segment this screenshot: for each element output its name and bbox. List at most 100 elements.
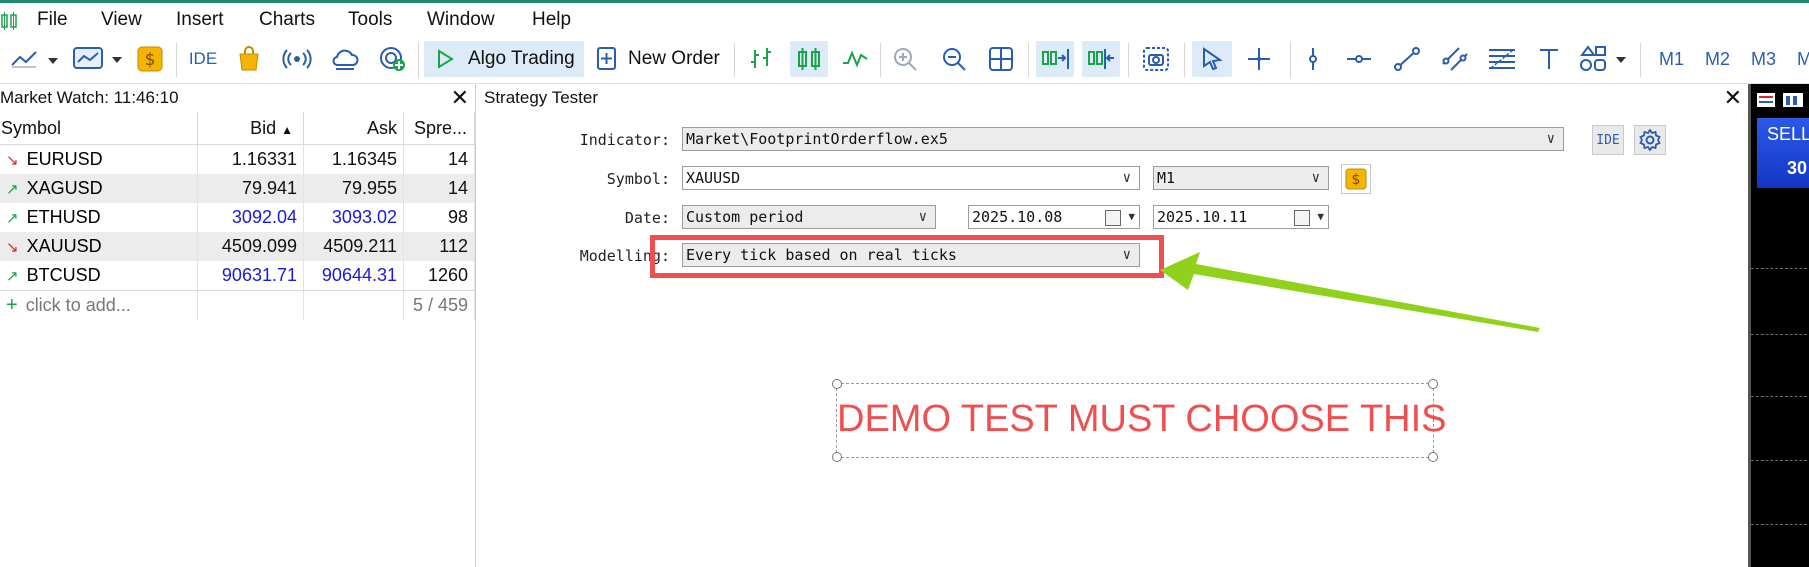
- toolbar-separator: [734, 43, 735, 77]
- plus-icon: +: [6, 294, 18, 316]
- menu-tools[interactable]: Tools: [348, 9, 392, 31]
- annotation-text-box[interactable]: DEMO TEST MUST CHOOSE THIS: [832, 379, 1447, 462]
- column-header-spread[interactable]: Spre...: [403, 112, 475, 145]
- line-mode-button[interactable]: [838, 41, 872, 77]
- toolbar-separator: [1028, 43, 1029, 77]
- chart-window[interactable]: SELL 30: [1748, 84, 1809, 567]
- grid-icon: [989, 47, 1013, 71]
- date-from-picker[interactable]: 2025.10.08 ▼: [968, 205, 1140, 229]
- symbol-name: BTCUSD: [26, 265, 101, 285]
- ask-value: 4509.211: [303, 232, 404, 261]
- indicator-select[interactable]: Market\FootprintOrderflow.ex5 ∨: [682, 127, 1564, 151]
- date-to-picker[interactable]: 2025.10.11 ▼: [1153, 205, 1329, 229]
- text-t-icon: [1540, 49, 1558, 69]
- equidistant-channel-icon: [1442, 47, 1468, 71]
- resize-handle[interactable]: [1428, 379, 1438, 389]
- menu-bar: File View Insert Charts Tools Window Hel…: [0, 3, 1809, 35]
- new-order-button[interactable]: New Order: [596, 41, 726, 77]
- sell-price: 30: [1787, 158, 1808, 178]
- table-row[interactable]: ↘ XAUUSD 4509.099 4509.211 112: [0, 232, 475, 261]
- signals-dollar-button[interactable]: $: [134, 41, 166, 77]
- economic-calendar-button[interactable]: [376, 41, 410, 77]
- timeframe-more[interactable]: M: [1797, 49, 1809, 70]
- menu-window[interactable]: Window: [427, 9, 495, 31]
- algo-trading-button[interactable]: Algo Trading: [424, 41, 584, 77]
- screenshot-button[interactable]: [1138, 41, 1174, 77]
- modelling-label: Modelling:: [579, 247, 670, 265]
- date-from-value: 2025.10.08: [972, 208, 1063, 226]
- play-icon: [438, 49, 454, 69]
- zoom-in-button[interactable]: [888, 41, 922, 77]
- ide-button[interactable]: IDE: [1592, 125, 1624, 155]
- strategy-tester-panel: Strategy Tester ✕ Indicator: Market\Foot…: [478, 84, 1746, 567]
- table-row[interactable]: ↗ XAGUSD 79.941 79.955 14: [0, 174, 475, 203]
- auto-scroll-button[interactable]: [1036, 41, 1074, 77]
- close-icon[interactable]: ✕: [1724, 84, 1742, 112]
- symbol-select[interactable]: XAUUSD ∨: [682, 166, 1140, 190]
- market-button[interactable]: [234, 41, 264, 77]
- menu-insert[interactable]: Insert: [176, 9, 224, 31]
- chart-shift-button[interactable]: [1082, 41, 1120, 77]
- cursor-tool-button[interactable]: [1192, 41, 1232, 77]
- new-order-label: New Order: [628, 48, 720, 69]
- menu-charts[interactable]: Charts: [259, 9, 315, 31]
- tile-windows-button[interactable]: [984, 41, 1018, 77]
- settings-button[interactable]: [1634, 125, 1666, 155]
- fibonacci-tool[interactable]: [1484, 41, 1520, 77]
- zoom-out-button[interactable]: [937, 41, 971, 77]
- resize-handle[interactable]: [1428, 452, 1438, 462]
- sell-button[interactable]: SELL 30: [1757, 118, 1809, 188]
- column-header-bid[interactable]: Bid ▲: [197, 112, 304, 145]
- trendline-tool[interactable]: [1390, 41, 1424, 77]
- chevron-down-icon: ∨: [1546, 131, 1555, 147]
- market-watch-title: Market Watch: 11:46:10: [0, 88, 179, 107]
- close-icon[interactable]: ✕: [451, 84, 469, 112]
- line-chart-icon: [11, 51, 58, 68]
- bar-chart-button[interactable]: [744, 41, 778, 77]
- crosshair-tool-button[interactable]: [1242, 41, 1276, 77]
- grid-line: [1751, 460, 1809, 461]
- resize-handle[interactable]: [832, 452, 842, 462]
- symbol-spec-button[interactable]: $: [1341, 164, 1371, 194]
- dollar-icon: $: [137, 46, 163, 72]
- target-plus-icon: [380, 47, 405, 71]
- horizontal-line-tool[interactable]: [1342, 41, 1376, 77]
- svg-text:$: $: [145, 50, 156, 70]
- vertical-line-tool[interactable]: [1298, 41, 1328, 77]
- date-mode-select[interactable]: Custom period ∨: [682, 205, 936, 229]
- resize-handle[interactable]: [832, 379, 842, 389]
- text-tool[interactable]: [1534, 41, 1564, 77]
- menu-help[interactable]: Help: [532, 9, 571, 31]
- timeframe-m3[interactable]: M3: [1751, 49, 1776, 70]
- candlestick-button[interactable]: [790, 41, 828, 77]
- chevron-down-icon: ∨: [918, 209, 927, 225]
- table-row[interactable]: ↗ ETHUSD 3092.04 3093.02 98: [0, 203, 475, 232]
- table-row[interactable]: ↘ EURUSD 1.16331 1.16345 14: [0, 144, 475, 174]
- ide-button[interactable]: IDE: [186, 41, 220, 77]
- chart-type-dropdown[interactable]: [6, 41, 60, 77]
- column-header-ask[interactable]: Ask: [303, 112, 404, 145]
- vertical-line-icon: [1309, 48, 1317, 70]
- channel-tool[interactable]: [1438, 41, 1472, 77]
- vps-button[interactable]: [328, 41, 362, 77]
- timeframe-m2[interactable]: M2: [1705, 49, 1730, 70]
- timeframe-m1[interactable]: M1: [1659, 49, 1684, 70]
- ask-value: 79.955: [303, 174, 404, 203]
- menu-file[interactable]: File: [37, 9, 68, 31]
- symbol-value: XAUUSD: [686, 169, 741, 187]
- toolbar-separator: [1184, 43, 1185, 77]
- timeframe-select[interactable]: M1 ∨: [1153, 166, 1329, 190]
- column-header-symbol[interactable]: Symbol: [0, 112, 198, 145]
- symbol-name: XAUUSD: [26, 236, 102, 256]
- crosshair-icon: [1248, 48, 1270, 70]
- grid-line: [1751, 524, 1809, 525]
- table-row[interactable]: ↗ BTCUSD 90631.71 90644.31 1260: [0, 261, 475, 291]
- menu-view[interactable]: View: [101, 9, 142, 31]
- indicator-value: Market\FootprintOrderflow.ex5: [686, 130, 948, 148]
- signals-button[interactable]: [280, 41, 314, 77]
- shapes-dropdown[interactable]: [1576, 41, 1632, 77]
- new-order-icon: [597, 47, 616, 70]
- add-symbol-row[interactable]: + click to add... 5 / 459: [0, 290, 475, 320]
- template-dropdown[interactable]: [70, 41, 126, 77]
- svg-text:$: $: [1352, 172, 1361, 188]
